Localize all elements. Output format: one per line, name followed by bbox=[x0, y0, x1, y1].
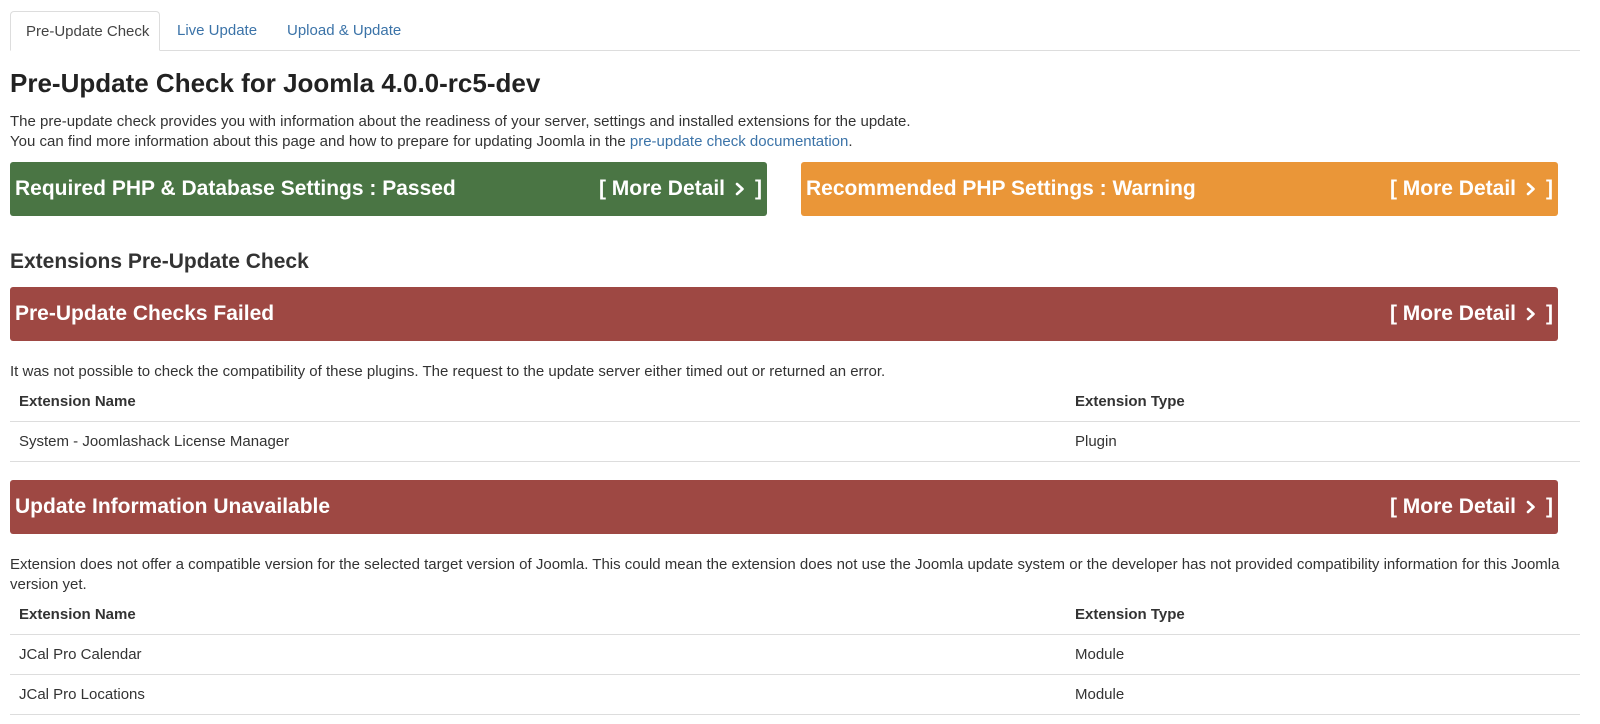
extensions-heading: Extensions Pre-Update Check bbox=[10, 250, 309, 273]
update-info-unavailable-title: Update Information Unavailable bbox=[15, 495, 331, 518]
more-detail-label: [ More Detail bbox=[1389, 495, 1516, 518]
more-detail-label: [ More Detail bbox=[1389, 177, 1516, 200]
required-settings-title: Required PHP & Database Settings : Passe… bbox=[15, 177, 456, 200]
column-header-extension-name: Extension Name bbox=[10, 595, 1066, 635]
column-header-extension-type: Extension Type bbox=[1066, 382, 1580, 422]
table-row: JCal Pro Locations Module bbox=[10, 674, 1580, 715]
extension-name-cell: JCal Pro Locations bbox=[10, 674, 1066, 715]
more-detail-label: [ More Detail bbox=[1389, 302, 1516, 325]
checks-failed-bar: Pre-Update Checks Failed [ More Detail ] bbox=[10, 287, 1558, 341]
page-title: Pre-Update Check for Joomla 4.0.0-rc5-de… bbox=[10, 68, 541, 98]
extension-type-cell: Module bbox=[1066, 674, 1580, 715]
documentation-link[interactable]: pre-update check documentation bbox=[630, 133, 848, 150]
chevron-right-icon bbox=[735, 182, 744, 196]
update-info-unavailable-more-detail[interactable]: [ More Detail ] bbox=[1390, 480, 1553, 534]
table-header-row: Extension Name Extension Type bbox=[10, 382, 1580, 422]
tab-live-update[interactable]: Live Update bbox=[162, 11, 272, 51]
recommended-settings-title: Recommended PHP Settings : Warning bbox=[806, 177, 1196, 200]
checks-failed-title: Pre-Update Checks Failed bbox=[15, 302, 275, 325]
tab-upload-update[interactable]: Upload & Update bbox=[272, 11, 416, 51]
more-detail-label: [ More Detail bbox=[598, 177, 725, 200]
tab-pre-update-check[interactable]: Pre-Update Check bbox=[10, 11, 160, 51]
intro-line-1: The pre-update check provides you with i… bbox=[10, 113, 911, 130]
extension-type-cell: Module bbox=[1066, 634, 1580, 675]
column-header-extension-name: Extension Name bbox=[10, 382, 1066, 422]
chevron-right-icon bbox=[1526, 182, 1535, 196]
chevron-right-icon bbox=[1526, 500, 1535, 514]
required-settings-more-detail[interactable]: [ More Detail ] bbox=[599, 162, 762, 216]
update-info-unavailable-bar: Update Information Unavailable [ More De… bbox=[10, 480, 1558, 534]
checks-failed-description: It was not possible to check the compati… bbox=[10, 363, 886, 380]
chevron-right-icon bbox=[1526, 307, 1535, 321]
extension-name-cell: System - Joomlashack License Manager bbox=[10, 421, 1066, 462]
checks-failed-table: Extension Name Extension Type System - J… bbox=[10, 382, 1580, 462]
required-settings-bar: Required PHP & Database Settings : Passe… bbox=[10, 162, 767, 216]
intro-line-2: You can find more information about this… bbox=[10, 132, 911, 152]
extension-name-cell: JCal Pro Calendar bbox=[10, 634, 1066, 675]
more-detail-bracket: ] bbox=[755, 177, 762, 200]
checks-failed-more-detail[interactable]: [ More Detail ] bbox=[1390, 287, 1553, 341]
tab-bar: Pre-Update Check Live Update Upload & Up… bbox=[10, 11, 1580, 51]
recommended-settings-more-detail[interactable]: [ More Detail ] bbox=[1390, 162, 1553, 216]
intro-line-2-suffix: . bbox=[848, 133, 853, 150]
table-row: System - Joomlashack License Manager Plu… bbox=[10, 421, 1580, 462]
intro-line-2-prefix: You can find more information about this… bbox=[10, 133, 630, 150]
intro-text: The pre-update check provides you with i… bbox=[10, 112, 911, 152]
extension-type-cell: Plugin bbox=[1066, 421, 1580, 462]
more-detail-bracket: ] bbox=[1546, 495, 1553, 518]
more-detail-bracket: ] bbox=[1546, 302, 1553, 325]
update-info-unavailable-table: Extension Name Extension Type JCal Pro C… bbox=[10, 595, 1580, 715]
recommended-settings-bar: Recommended PHP Settings : Warning [ Mor… bbox=[801, 162, 1558, 216]
table-row: JCal Pro Calendar Module bbox=[10, 634, 1580, 675]
pre-update-check-page: Pre-Update Check Live Update Upload & Up… bbox=[0, 0, 1600, 724]
more-detail-bracket: ] bbox=[1546, 177, 1553, 200]
column-header-extension-type: Extension Type bbox=[1066, 595, 1580, 635]
table-header-row: Extension Name Extension Type bbox=[10, 595, 1580, 635]
update-info-unavailable-description: Extension does not offer a compatible ve… bbox=[10, 556, 1560, 593]
